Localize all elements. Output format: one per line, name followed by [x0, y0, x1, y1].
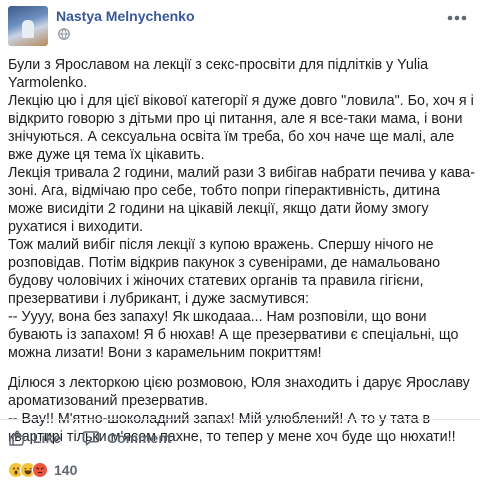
post-header: Nastya Melnychenko: [8, 6, 472, 50]
avatar-figure: [22, 20, 34, 38]
comment-button[interactable]: Comment: [82, 426, 172, 450]
author-name[interactable]: Nastya Melnychenko: [56, 8, 195, 24]
more-options-icon[interactable]: [446, 12, 468, 24]
post-paragraph: Були з Ярославом на лекції з секс-просві…: [8, 57, 429, 91]
action-bar: Like Comment: [0, 426, 480, 450]
comment-icon: [82, 431, 100, 446]
comment-label: Comment: [107, 430, 172, 446]
angry-reaction-icon: [32, 462, 48, 478]
post-paragraph: Ділюся з лекторкою цією розмовою, Юля зн…: [8, 375, 470, 409]
post-paragraph: -- Уууу, вона без запаху! Як шкодааа... …: [8, 309, 459, 361]
post-text: Були з Ярославом на лекції з секс-просві…: [8, 56, 478, 446]
like-label: Like: [33, 430, 62, 446]
like-button[interactable]: Like: [8, 426, 61, 450]
post-paragraph: Лекцію цю і для цієї вікової категорії я…: [8, 93, 474, 163]
avatar[interactable]: [8, 6, 48, 46]
globe-icon[interactable]: [58, 28, 70, 40]
thumbs-up-icon: [9, 430, 25, 446]
post-paragraph: Тож малий вибіг після лекції з купою вра…: [8, 237, 441, 307]
reactions-summary[interactable]: 140: [8, 460, 77, 480]
reaction-count: 140: [54, 462, 78, 478]
divider: [0, 419, 480, 420]
post-paragraph: Лекція тривала 2 години, малий рази 3 ви…: [8, 165, 475, 235]
